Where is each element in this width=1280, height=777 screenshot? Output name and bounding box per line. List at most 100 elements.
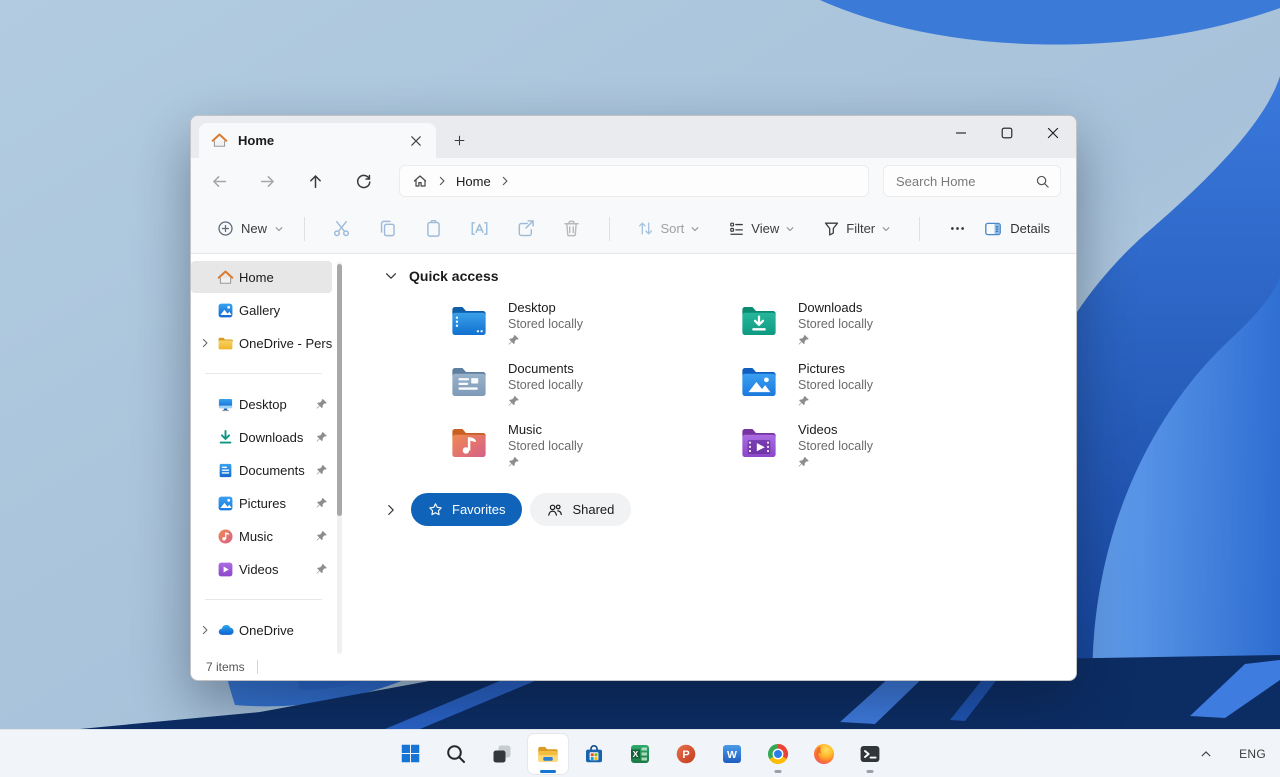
chevron-up-icon[interactable] [1199,747,1213,761]
sidebar-item-downloads[interactable]: Downloads [191,421,332,453]
sidebar-item-onedrive[interactable]: OneDrive [191,614,332,646]
excel-icon: X [628,742,652,766]
more-options-button[interactable] [938,211,976,247]
window-controls [938,116,1076,150]
sidebar-item-documents[interactable]: Documents [191,454,332,486]
filter-button-label: Shared [572,502,614,517]
tile-subtitle: Stored locally [798,316,873,332]
search-icon[interactable] [1035,174,1050,189]
new-button[interactable]: New [211,214,290,243]
breadcrumb-item-home[interactable]: Home [456,174,491,189]
search-input[interactable] [896,174,1029,189]
sidebar-item-desktop[interactable]: Desktop [191,388,332,420]
forward-button[interactable] [249,163,285,199]
pin-icon [508,395,583,407]
collapse-chevron-icon[interactable] [384,269,398,283]
taskbar-search-button[interactable] [436,734,476,774]
sidebar-item-pictures[interactable]: Pictures [191,487,332,519]
tile-music[interactable]: MusicStored locally [448,422,738,470]
svg-text:X: X [633,749,639,759]
copy-button[interactable] [367,211,409,247]
taskbar-firefox-button[interactable] [804,734,844,774]
new-tab-button[interactable] [444,125,474,155]
filter-button[interactable]: Filter [815,214,899,243]
desktop-folder-icon [448,300,490,342]
sidebar-item-gallery[interactable]: Gallery [191,294,332,326]
tile-name: Downloads [798,300,873,316]
rename-button[interactable] [459,211,501,247]
refresh-button[interactable] [345,163,381,199]
toolbar-separator [304,217,305,241]
plus-circle-icon [217,220,234,237]
sort-button[interactable]: Sort [629,214,708,243]
taskbar-store-button[interactable] [574,734,614,774]
close-button[interactable] [1030,116,1076,150]
sidebar-scrollbar[interactable] [337,262,342,654]
minimize-button[interactable] [938,116,984,150]
details-button[interactable]: Details [976,214,1058,244]
view-button[interactable]: View [720,214,803,243]
tile-desktop[interactable]: DesktopStored locally [448,300,738,348]
breadcrumb-chevron-icon[interactable] [499,175,511,187]
quick-access-grid: DesktopStored locallyDownloadsStored loc… [448,300,1076,470]
expand-chevron-icon[interactable] [197,624,213,636]
command-toolbar: New [191,204,1076,254]
gallery-icon [217,302,234,319]
documents-folder-icon [448,361,490,403]
taskbar-chrome-button[interactable] [758,734,798,774]
tab-home[interactable]: Home [199,123,436,158]
taskbar: X PW ENG [0,729,1280,777]
word-icon: W [720,742,744,766]
up-button[interactable] [297,163,333,199]
tile-videos[interactable]: VideosStored locally [738,422,1028,470]
expand-chevron-icon[interactable] [197,337,213,349]
taskbar-excel-button[interactable]: X [620,734,660,774]
taskbar-word-button[interactable]: W [712,734,752,774]
sort-button-label: Sort [660,221,684,236]
home-tab-icon [211,132,228,149]
breadcrumb-home-icon[interactable] [412,173,428,189]
filter-shared-button[interactable]: Shared [530,493,631,526]
taskbar-powerpoint-button[interactable]: P [666,734,706,774]
onedrive-icon [217,622,234,639]
start-icon [398,741,423,766]
taskbar-task-view-button[interactable] [482,734,522,774]
address-bar[interactable]: Home [399,165,869,197]
language-indicator[interactable]: ENG [1239,747,1266,761]
taskbar-file-explorer-button[interactable] [528,734,568,774]
tab-close-icon[interactable] [404,129,428,153]
details-button-label: Details [1010,221,1050,236]
share-button[interactable] [505,211,547,247]
sidebar-item-home[interactable]: Home [191,261,332,293]
sidebar-item-label: Home [239,270,332,285]
sidebar-item-onedrive-perso[interactable]: OneDrive - Perso [191,327,332,359]
filter-favorites-button[interactable]: Favorites [411,493,522,526]
tile-pictures[interactable]: PicturesStored locally [738,361,1028,409]
sidebar-separator [205,599,322,600]
sidebar-item-videos[interactable]: Videos [191,553,332,585]
tile-documents[interactable]: DocumentsStored locally [448,361,738,409]
sidebar-item-label: OneDrive - Perso [239,336,332,351]
breadcrumb-chevron-icon[interactable] [436,175,448,187]
sidebar-separator [205,373,322,374]
maximize-button[interactable] [984,116,1030,150]
tile-name: Documents [508,361,583,377]
tile-name: Music [508,422,583,438]
tile-subtitle: Stored locally [798,438,873,454]
sidebar-scrollbar-thumb[interactable] [337,264,342,516]
tile-downloads[interactable]: DownloadsStored locally [738,300,1028,348]
pin-icon [798,456,873,468]
running-app-indicator [775,770,782,773]
expand-chevron-icon[interactable] [384,503,398,517]
back-button[interactable] [201,163,237,199]
delete-button[interactable] [551,211,593,247]
task-view-icon [490,742,514,766]
search-icon [444,742,468,766]
taskbar-start-button[interactable] [390,734,430,774]
cut-button[interactable] [321,211,363,247]
sidebar-item-music[interactable]: Music [191,520,332,552]
tile-subtitle: Stored locally [798,377,873,393]
quick-access-header: Quick access [384,268,1076,284]
paste-button[interactable] [413,211,455,247]
taskbar-terminal-button[interactable] [850,734,890,774]
